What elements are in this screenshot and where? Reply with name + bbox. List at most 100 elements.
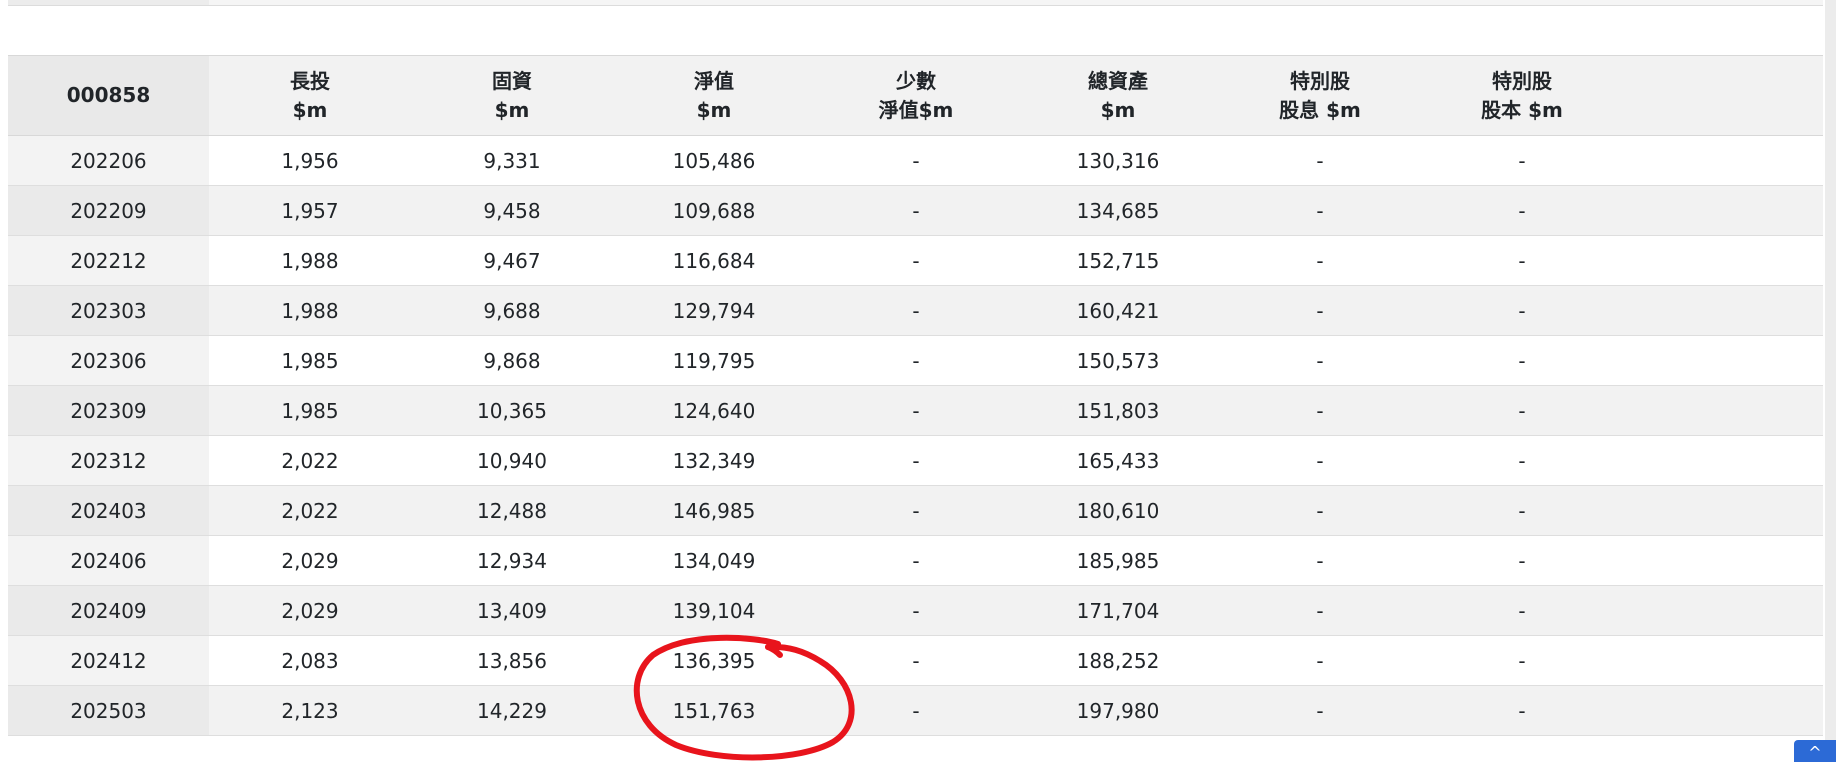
table-body: 202206 1,956 9,331 105,486-130,316- -202209 1… xyxy=(8,135,1823,736)
cell-total-assets: 151,803 xyxy=(1017,385,1219,436)
cell-preferred-capital: - xyxy=(1421,435,1623,486)
scrollbar-track[interactable] xyxy=(1825,0,1836,762)
table-row: 202212 1,988 9,467 116,684-152,715- - xyxy=(8,235,1823,286)
cell-preferred-dividend: - xyxy=(1219,585,1421,636)
row-period: 202312 xyxy=(8,435,209,486)
cell-preferred-dividend: - xyxy=(1219,535,1421,586)
cell-total-assets: 160,421 xyxy=(1017,285,1219,336)
table-row: 202312 2,022 10,940 132,349-165,433- - xyxy=(8,435,1823,486)
cell-filler xyxy=(1623,235,1823,286)
cell-preferred-capital: - xyxy=(1421,635,1623,686)
cell-minority-equity: - xyxy=(815,685,1017,736)
cell-long-term-investment: 1,956 xyxy=(209,135,411,186)
cell-preferred-dividend: - xyxy=(1219,235,1421,286)
cell-fixed-assets: 12,488 xyxy=(411,485,613,536)
table-header-row: 000858 長投 $m 固資 $m 淨值 $m 少數 淨值$m 總資產 $m … xyxy=(8,55,1823,136)
row-period: 202503 xyxy=(8,685,209,736)
cell-total-assets: 188,252 xyxy=(1017,635,1219,686)
cell-filler xyxy=(1623,485,1823,536)
cell-preferred-capital: - xyxy=(1421,485,1623,536)
cell-net-worth: 136,395 xyxy=(613,635,815,686)
cell-preferred-dividend: - xyxy=(1219,285,1421,336)
cell-preferred-capital: - xyxy=(1421,285,1623,336)
cell-fixed-assets: 13,409 xyxy=(411,585,613,636)
cell-minority-equity: - xyxy=(815,335,1017,386)
cell-long-term-investment: 1,988 xyxy=(209,285,411,336)
cell-total-assets: 180,610 xyxy=(1017,485,1219,536)
financial-table: 000858 長投 $m 固資 $m 淨值 $m 少數 淨值$m 總資產 $m … xyxy=(8,55,1823,736)
cell-fixed-assets: 9,458 xyxy=(411,185,613,236)
cell-preferred-dividend: - xyxy=(1219,385,1421,436)
row-period: 202406 xyxy=(8,535,209,586)
row-period: 202212 xyxy=(8,235,209,286)
cell-filler xyxy=(1623,585,1823,636)
cell-total-assets: 152,715 xyxy=(1017,235,1219,286)
chevron-up-icon: ^ xyxy=(1808,743,1822,762)
cell-preferred-capital: - xyxy=(1421,335,1623,386)
cell-net-worth: 139,104 xyxy=(613,585,815,636)
cell-net-worth: 124,640 xyxy=(613,385,815,436)
cell-filler xyxy=(1623,285,1823,336)
cell-minority-equity: - xyxy=(815,385,1017,436)
cell-long-term-investment: 2,022 xyxy=(209,485,411,536)
cell-fixed-assets: 9,868 xyxy=(411,335,613,386)
table-row: 202306 1,985 9,868 119,795-150,573- - xyxy=(8,335,1823,386)
cell-preferred-capital: - xyxy=(1421,135,1623,186)
cell-total-assets: 171,704 xyxy=(1017,585,1219,636)
cell-net-worth: 151,763 xyxy=(613,685,815,736)
cell-preferred-capital: - xyxy=(1421,585,1623,636)
table-row: 202403 2,022 12,488 146,985-180,610- - xyxy=(8,485,1823,536)
cell-fixed-assets: 9,467 xyxy=(411,235,613,286)
table-row: 202303 1,988 9,688 129,794-160,421- - xyxy=(8,285,1823,336)
cell-minority-equity: - xyxy=(815,235,1017,286)
cell-long-term-investment: 2,083 xyxy=(209,635,411,686)
cell-filler xyxy=(1623,685,1823,736)
cell-fixed-assets: 10,940 xyxy=(411,435,613,486)
cell-preferred-dividend: - xyxy=(1219,685,1421,736)
cell-filler xyxy=(1623,185,1823,236)
page: 000858 長投 $m 固資 $m 淨值 $m 少數 淨值$m 總資產 $m … xyxy=(0,0,1836,762)
previous-table-edge xyxy=(8,0,1823,6)
row-period: 202412 xyxy=(8,635,209,686)
table-row: 202206 1,956 9,331 105,486-130,316- - xyxy=(8,135,1823,186)
cell-total-assets: 130,316 xyxy=(1017,135,1219,186)
column-header-long-term-investment: 長投 $m xyxy=(209,55,411,136)
row-period: 202309 xyxy=(8,385,209,436)
cell-fixed-assets: 13,856 xyxy=(411,635,613,686)
cell-preferred-dividend: - xyxy=(1219,485,1421,536)
column-header-minority-equity: 少數 淨值$m xyxy=(815,55,1017,136)
cell-filler xyxy=(1623,635,1823,686)
cell-preferred-dividend: - xyxy=(1219,435,1421,486)
cell-fixed-assets: 12,934 xyxy=(411,535,613,586)
cell-net-worth: 109,688 xyxy=(613,185,815,236)
column-header-preferred-dividend: 特別股 股息 $m xyxy=(1219,55,1421,136)
cell-fixed-assets: 14,229 xyxy=(411,685,613,736)
cell-long-term-investment: 1,957 xyxy=(209,185,411,236)
cell-long-term-investment: 1,988 xyxy=(209,235,411,286)
cell-minority-equity: - xyxy=(815,135,1017,186)
table-row: 202309 1,985 10,365 124,640-151,803- - xyxy=(8,385,1823,436)
column-header-fixed-assets: 固資 $m xyxy=(411,55,613,136)
cell-preferred-dividend: - xyxy=(1219,635,1421,686)
cell-preferred-capital: - xyxy=(1421,685,1623,736)
cell-preferred-capital: - xyxy=(1421,235,1623,286)
cell-long-term-investment: 2,123 xyxy=(209,685,411,736)
column-header-filler xyxy=(1623,55,1823,136)
row-period: 202209 xyxy=(8,185,209,236)
cell-fixed-assets: 9,688 xyxy=(411,285,613,336)
cell-minority-equity: - xyxy=(815,285,1017,336)
scroll-to-top-button[interactable]: ^ xyxy=(1794,740,1836,762)
cell-total-assets: 185,985 xyxy=(1017,535,1219,586)
cell-net-worth: 134,049 xyxy=(613,535,815,586)
cell-long-term-investment: 1,985 xyxy=(209,335,411,386)
cell-total-assets: 165,433 xyxy=(1017,435,1219,486)
cell-long-term-investment: 2,022 xyxy=(209,435,411,486)
cell-preferred-capital: - xyxy=(1421,535,1623,586)
cell-preferred-dividend: - xyxy=(1219,135,1421,186)
cell-filler xyxy=(1623,535,1823,586)
table-row: 202406 2,029 12,934 134,049-185,985- - xyxy=(8,535,1823,586)
cell-preferred-dividend: - xyxy=(1219,335,1421,386)
table-row: 202209 1,957 9,458 109,688-134,685- - xyxy=(8,185,1823,236)
table-row: 202412 2,083 13,856 136,395-188,252- - xyxy=(8,635,1823,686)
cell-minority-equity: - xyxy=(815,635,1017,686)
